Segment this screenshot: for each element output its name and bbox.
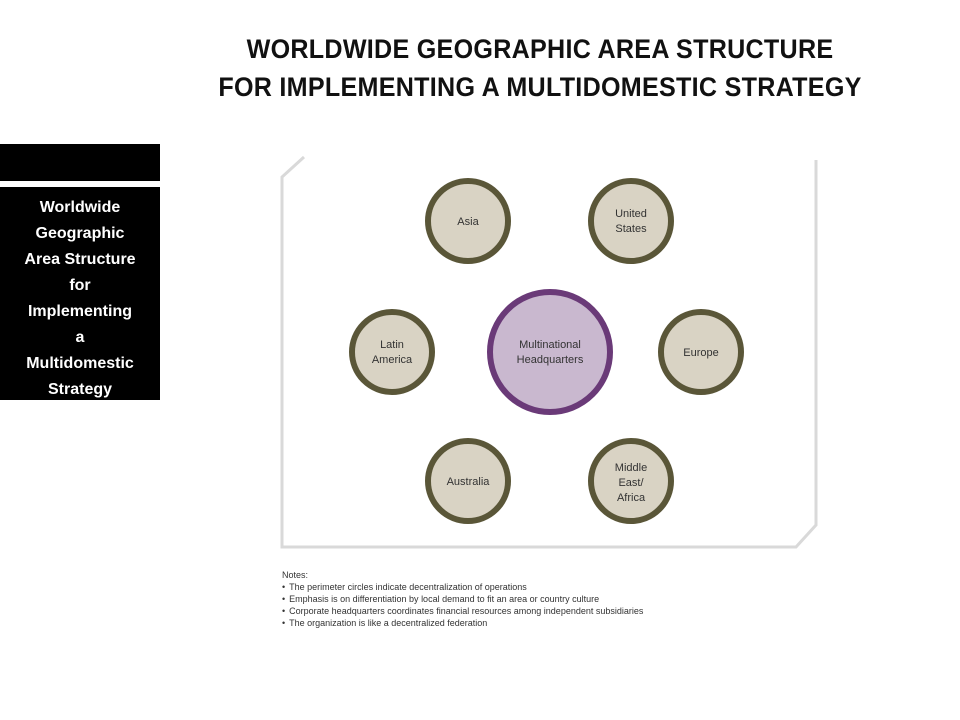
node-asia: Asia [425, 178, 511, 264]
diagram-frame-top-left [280, 155, 306, 185]
sidebar-line: Multidomestic [26, 355, 134, 372]
node-label: Asia [457, 216, 479, 228]
sidebar-line: Strategy [47, 381, 113, 398]
node-latin-america: Latin America [349, 309, 435, 395]
page-title: WORLDWIDE GEOGRAPHIC AREA STRUCTURE FOR … [168, 30, 912, 106]
sidebar-line: a [75, 329, 85, 346]
node-label: States [615, 223, 647, 235]
node-australia: Australia [425, 438, 511, 524]
center-label: Headquarters [517, 354, 584, 366]
sidebar-line: for [69, 277, 91, 294]
node-label: East/ [618, 477, 644, 489]
diagram-notes: Notes: The perimeter circles indicate de… [282, 569, 643, 629]
node-united-states: United States [588, 178, 674, 264]
node-label: Africa [617, 492, 646, 504]
note-item: The perimeter circles indicate decentral… [282, 581, 643, 593]
title-line-2: FOR IMPLEMENTING A MULTIDOMESTIC STRATEG… [218, 72, 862, 102]
center-label: Multinational [519, 339, 581, 351]
note-item: Emphasis is on differentiation by local … [282, 593, 643, 605]
center-circle [487, 289, 613, 415]
node-europe: Europe [658, 309, 744, 395]
note-item: Corporate headquarters coordinates finan… [282, 605, 643, 617]
title-line-1: WORLDWIDE GEOGRAPHIC AREA STRUCTURE [246, 34, 834, 64]
node-label: Middle [615, 462, 647, 474]
node-label: United [615, 208, 647, 220]
sidebar-caption-box: Worldwide Geographic Area Structure for … [0, 187, 160, 400]
sidebar-line: Worldwide [39, 199, 121, 216]
sidebar-line: Area Structure [24, 251, 136, 268]
sidebar-black-bar [0, 144, 160, 181]
sidebar-line: Implementing [27, 303, 132, 320]
node-circle [588, 178, 674, 264]
node-label: Latin [380, 339, 404, 351]
node-multinational-headquarters: Multinational Headquarters [487, 289, 613, 415]
notes-heading: Notes: [282, 570, 309, 580]
notes-list: The perimeter circles indicate decentral… [282, 581, 643, 629]
node-label: America [372, 354, 413, 366]
note-item: The organization is like a decentralized… [282, 617, 643, 629]
node-label: Europe [683, 347, 718, 359]
node-middle-east-africa: Middle East/ Africa [588, 438, 674, 524]
node-circle [349, 309, 435, 395]
sidebar-line: Geographic [35, 225, 125, 242]
node-label: Australia [447, 476, 491, 488]
geographic-structure-diagram: Asia United States Latin America Europe … [280, 155, 818, 549]
